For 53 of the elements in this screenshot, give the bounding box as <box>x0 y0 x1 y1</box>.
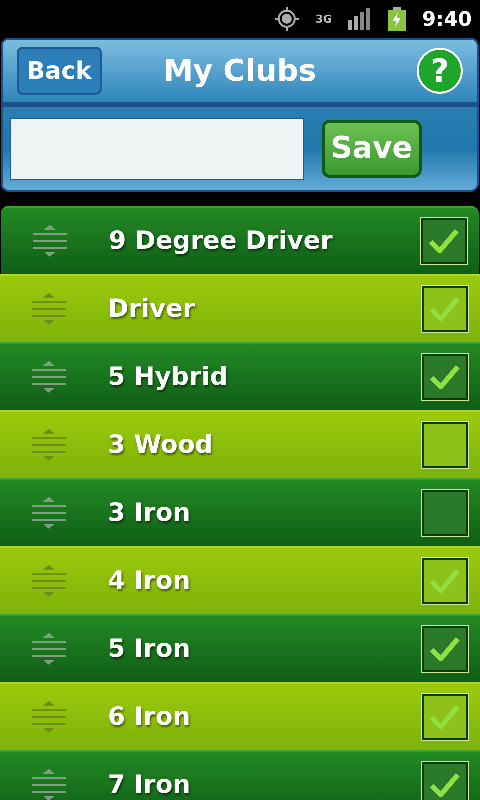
gps-icon <box>274 6 300 32</box>
check-icon <box>430 704 460 730</box>
checkbox[interactable] <box>422 354 468 400</box>
checkbox[interactable] <box>422 694 468 740</box>
drag-handle-icon[interactable] <box>30 426 68 464</box>
club-name: 7 Iron <box>108 769 192 800</box>
checkbox[interactable] <box>422 558 468 604</box>
club-row[interactable]: 9 Degree Driver <box>1 206 479 274</box>
checkbox[interactable] <box>422 490 468 536</box>
club-name-field[interactable] <box>10 118 304 180</box>
club-name: 5 Hybrid <box>108 361 230 394</box>
club-row[interactable]: 5 Iron <box>0 614 480 682</box>
drag-handle-icon[interactable] <box>30 494 68 532</box>
club-row[interactable]: 5 Hybrid <box>0 342 480 410</box>
checkbox[interactable] <box>422 286 468 332</box>
drag-handle-icon[interactable] <box>31 222 69 260</box>
club-name: 6 Iron <box>108 701 192 734</box>
save-button[interactable]: Save <box>322 120 422 178</box>
drag-handle-icon[interactable] <box>30 698 68 736</box>
club-row[interactable]: 6 Iron <box>0 682 480 750</box>
club-row[interactable]: 3 Iron <box>0 478 480 546</box>
club-name: 3 Iron <box>108 497 192 530</box>
check-icon <box>429 228 459 254</box>
check-icon <box>430 296 460 322</box>
drag-handle-icon[interactable] <box>30 358 68 396</box>
drag-handle-icon[interactable] <box>30 766 68 800</box>
checkbox[interactable] <box>422 762 468 800</box>
club-name: 4 Iron <box>108 565 192 598</box>
club-row[interactable]: Driver <box>0 274 480 342</box>
checkbox[interactable] <box>422 626 468 672</box>
checkbox[interactable] <box>422 422 468 468</box>
club-name: 5 Iron <box>108 633 192 666</box>
check-icon <box>430 364 460 390</box>
drag-handle-icon[interactable] <box>30 562 68 600</box>
battery-icon <box>388 7 406 31</box>
help-button[interactable]: ? <box>417 48 463 94</box>
club-name: 9 Degree Driver <box>109 225 334 258</box>
check-icon <box>430 636 460 662</box>
club-name: Driver <box>108 293 196 326</box>
drag-handle-icon[interactable] <box>30 630 68 668</box>
signal-icon <box>348 8 372 30</box>
back-button[interactable]: Back <box>17 47 102 95</box>
screen-title: My Clubs <box>164 52 316 90</box>
check-icon <box>430 772 460 798</box>
clock: 9:40 <box>422 6 472 33</box>
network-label: 3G <box>316 14 332 24</box>
drag-handle-icon[interactable] <box>30 290 68 328</box>
checkbox[interactable] <box>421 218 467 264</box>
club-row[interactable]: 7 Iron <box>0 750 480 800</box>
check-icon <box>430 568 460 594</box>
club-row[interactable]: 3 Wood <box>0 410 480 478</box>
club-name: 3 Wood <box>108 429 214 462</box>
club-row[interactable]: 4 Iron <box>0 546 480 614</box>
